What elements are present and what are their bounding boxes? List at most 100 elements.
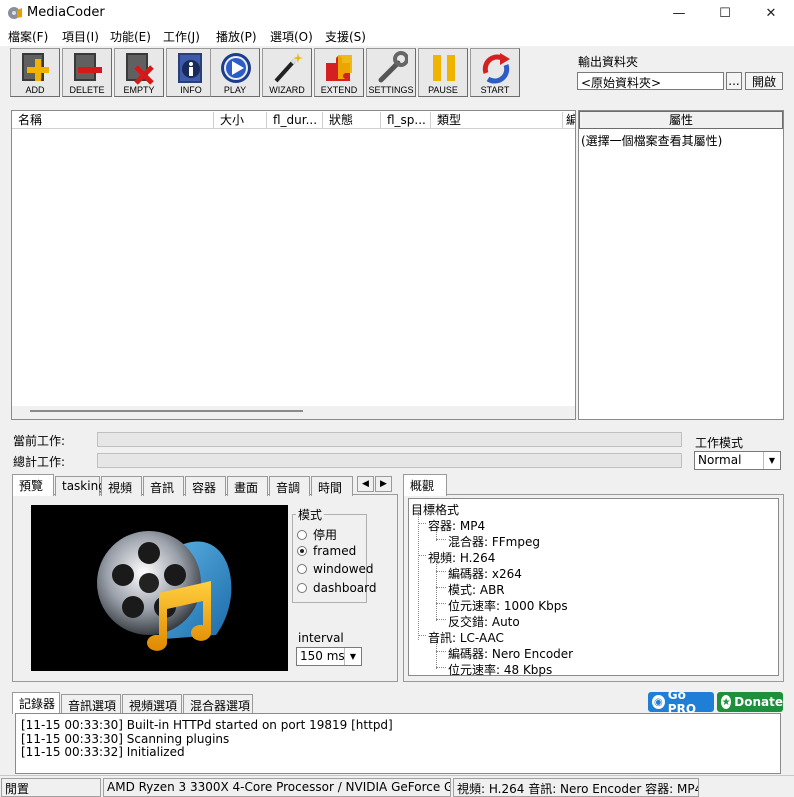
radio-dot-selected xyxy=(297,546,307,556)
donate-button[interactable]: ★ Donate xyxy=(717,692,783,712)
tree-audio-encoder[interactable]: 編碼器: Nero Encoder xyxy=(448,645,573,662)
empty-button[interactable]: EMPTY xyxy=(114,48,164,97)
delete-label: DELETE xyxy=(69,85,105,95)
mode-framed-radio[interactable]: framed xyxy=(297,544,356,558)
tab-video[interactable]: 視頻 xyxy=(101,476,142,496)
file-list[interactable]: 名稱 大小 fl_dur... 狀態 fl_sp... 類型 編 xyxy=(11,110,576,420)
current-job-label: 當前工作: xyxy=(13,434,66,448)
column-status[interactable]: 狀態 xyxy=(323,112,381,129)
tab-scroll-right-button[interactable]: ▶ xyxy=(375,476,392,492)
output-folder-input[interactable]: <原始資料夾> xyxy=(577,72,724,90)
column-encoder[interactable]: 編 xyxy=(563,112,575,129)
status-state: 閒置 xyxy=(1,778,101,797)
menu-options[interactable]: 選項(O) xyxy=(270,28,313,45)
tab-overview[interactable]: 概觀 xyxy=(403,474,447,496)
info-button[interactable]: INFO xyxy=(166,48,216,97)
mode-windowed-radio[interactable]: windowed xyxy=(297,562,374,576)
tree-muxer[interactable]: 混合器: FFmpeg xyxy=(448,533,540,550)
tree-deinterlace[interactable]: 反交錯: Auto xyxy=(448,613,520,630)
column-type[interactable]: 類型 xyxy=(431,112,563,129)
tree-video-encoder[interactable]: 編碼器: x264 xyxy=(448,565,522,582)
empty-icon xyxy=(126,53,154,85)
menu-play[interactable]: 播放(P) xyxy=(216,28,257,45)
play-label: PLAY xyxy=(223,85,247,95)
work-mode-value: Normal xyxy=(698,453,742,467)
menu-support[interactable]: 支援(S) xyxy=(325,28,366,45)
status-bar: 閒置 AMD Ryzen 3 3300X 4-Core Processor / … xyxy=(0,775,794,797)
play-button[interactable]: PLAY xyxy=(210,48,260,97)
overview-tree[interactable]: 目標格式 容器: MP4 混合器: FFmpeg 視頻: H.264 編碼器: … xyxy=(408,498,779,678)
total-job-progress xyxy=(97,453,682,468)
work-mode-select[interactable]: Normal ▼ xyxy=(694,451,781,470)
tab-tasking[interactable]: tasking xyxy=(55,476,106,496)
tab-muxer-options[interactable]: 混合器選項 xyxy=(183,694,253,714)
tab-tone[interactable]: 音調 xyxy=(269,476,310,496)
menu-file[interactable]: 檔案(F) xyxy=(8,28,48,45)
log-line: [11-15 00:33:30] Scanning plugins xyxy=(21,732,230,746)
tab-audio-options[interactable]: 音訊選項 xyxy=(61,694,121,714)
mode-dashboard-radio[interactable]: dashboard xyxy=(297,581,376,595)
go-pro-button[interactable]: ◉ Go PRO xyxy=(648,688,714,716)
pause-button[interactable]: PAUSE xyxy=(418,48,468,97)
close-button[interactable]: ✕ xyxy=(748,0,794,26)
minimize-button[interactable]: — xyxy=(656,0,702,26)
mode-disabled-radio[interactable]: 停用 xyxy=(297,526,337,543)
tree-audio-bitrate[interactable]: 位元速率: 48 Kbps xyxy=(448,661,552,678)
status-summary: 視頻: H.264 音訊: Nero Encoder 容器: MP4 xyxy=(453,778,699,797)
column-duration[interactable]: fl_dur... xyxy=(267,112,323,129)
work-mode-label: 工作模式 xyxy=(695,436,744,450)
play-icon xyxy=(221,53,251,83)
horizontal-scrollbar[interactable] xyxy=(12,406,575,419)
tree-container[interactable]: 容器: MP4 xyxy=(428,517,485,534)
extend-button[interactable]: EXTEND xyxy=(314,48,364,97)
interval-select[interactable]: 150 ms ▼ xyxy=(296,647,362,666)
log-panel[interactable]: [11-15 00:33:30] Built-in HTTPd started … xyxy=(15,713,781,774)
wizard-button[interactable]: WIZARD xyxy=(262,48,312,97)
menu-function[interactable]: 功能(E) xyxy=(110,28,151,45)
browse-button[interactable]: ... xyxy=(726,72,742,90)
add-button[interactable]: ADD xyxy=(10,48,60,97)
add-icon xyxy=(22,53,49,81)
menu-bar: 檔案(F) 項目(I) 功能(E) 工作(J) 播放(P) 選項(O) 支援(S… xyxy=(0,26,794,46)
tree-video-mode[interactable]: 模式: ABR xyxy=(448,581,505,598)
chevron-down-icon: ▼ xyxy=(344,648,361,665)
pause-label: PAUSE xyxy=(428,85,458,95)
interval-value: 150 ms xyxy=(300,649,345,663)
properties-placeholder: (選擇一個檔案查看其屬性) xyxy=(581,134,723,148)
scrollbar-thumb[interactable] xyxy=(30,410,303,412)
title-bar[interactable]: MediaCoder — ☐ ✕ xyxy=(0,0,794,26)
tab-audio[interactable]: 音訊 xyxy=(143,476,184,496)
start-button[interactable]: START xyxy=(470,48,520,97)
pause-icon xyxy=(433,55,455,81)
output-folder-label: 輸出資料夾 xyxy=(578,55,639,69)
menu-job[interactable]: 工作(J) xyxy=(163,28,200,45)
tab-time[interactable]: 時間 xyxy=(311,476,353,496)
open-folder-button[interactable]: 開啟 xyxy=(745,72,783,90)
tab-scroll-left-button[interactable]: ◀ xyxy=(357,476,374,492)
donate-label: Donate xyxy=(734,695,783,709)
delete-icon xyxy=(74,53,102,81)
tree-audio[interactable]: 音訊: LC-AAC xyxy=(428,629,504,646)
start-icon xyxy=(482,53,510,84)
tree-video-bitrate[interactable]: 位元速率: 1000 Kbps xyxy=(448,597,568,614)
tab-picture[interactable]: 畫面 xyxy=(227,476,268,496)
app-icon xyxy=(8,7,22,19)
mode-framed-label: framed xyxy=(313,544,357,558)
radio-dot xyxy=(297,529,307,540)
settings-button[interactable]: SETTINGS xyxy=(366,48,416,97)
column-name[interactable]: 名稱 xyxy=(12,112,214,129)
tab-logger[interactable]: 記錄器 xyxy=(12,692,60,714)
maximize-button[interactable]: ☐ xyxy=(702,0,748,26)
tree-target-format[interactable]: 目標格式 xyxy=(411,501,459,518)
settings-label: SETTINGS xyxy=(368,85,414,95)
tab-video-options[interactable]: 視頻選項 xyxy=(122,694,182,714)
radio-dot xyxy=(297,583,307,593)
column-size[interactable]: 大小 xyxy=(214,112,267,129)
tab-preview[interactable]: 預覽 xyxy=(12,474,54,496)
tree-video[interactable]: 視頻: H.264 xyxy=(428,549,495,566)
menu-item[interactable]: 項目(I) xyxy=(62,28,99,45)
column-speed[interactable]: fl_sp... xyxy=(381,112,431,129)
delete-button[interactable]: DELETE xyxy=(62,48,112,97)
preview-area xyxy=(31,505,288,671)
tab-container[interactable]: 容器 xyxy=(185,476,226,496)
